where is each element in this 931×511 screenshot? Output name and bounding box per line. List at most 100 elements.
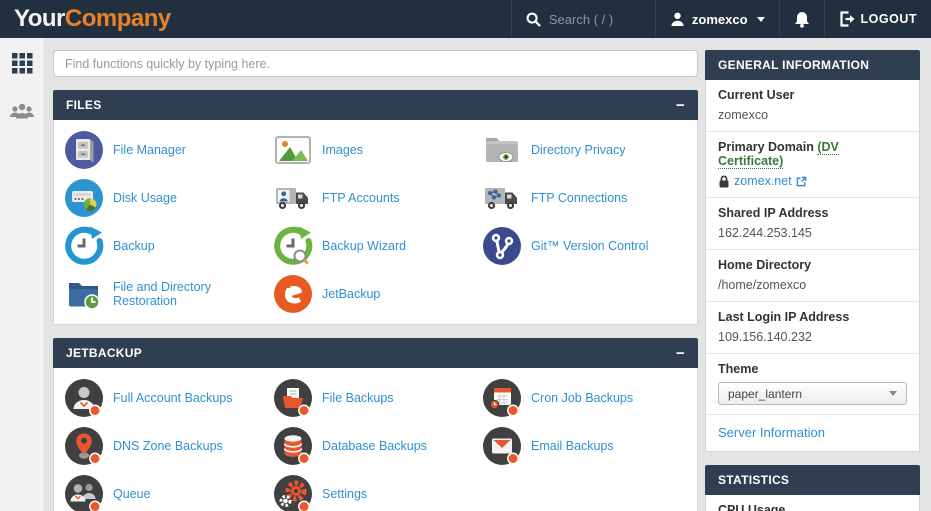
app-item-queue[interactable]: Queue — [62, 470, 271, 511]
app-item-directory-privacy[interactable]: Directory Privacy — [480, 126, 689, 174]
username-label: zomexco — [692, 12, 748, 27]
logout-icon — [839, 11, 855, 27]
grid-icon — [12, 53, 33, 74]
company-logo[interactable]: YourCompany — [0, 5, 185, 33]
external-link-icon — [796, 176, 807, 187]
main-area: FILES − File Manager Images Directory Pr… — [45, 38, 705, 511]
app-item-email-backups[interactable]: Email Backups — [480, 422, 689, 470]
file-backups-icon — [273, 378, 313, 418]
images-icon — [273, 130, 313, 170]
statistics-header: STATISTICS — [705, 465, 920, 495]
tools-grid-nav[interactable] — [12, 53, 33, 74]
current-user-value: zomexco — [718, 108, 907, 122]
logout-label: LOGOUT — [861, 12, 917, 26]
theme-select[interactable]: paper_lantern — [718, 382, 907, 405]
home-directory-row: Home Directory /home/zomexco — [706, 250, 919, 302]
app-item-label: Database Backups — [322, 439, 427, 453]
last-login-ip-row: Last Login IP Address 109.156.140.232 — [706, 302, 919, 354]
app-item-cron-job-backups[interactable]: Cron Job Backups — [480, 374, 689, 422]
shared-ip-value: 162.244.253.145 — [718, 226, 907, 240]
logo-suffix: Company — [65, 5, 171, 32]
collapse-icon[interactable]: − — [676, 98, 685, 113]
settings-icon — [273, 474, 313, 511]
logout-button[interactable]: LOGOUT — [824, 0, 931, 38]
last-login-ip-value: 109.156.140.232 — [718, 330, 907, 344]
database-backups-icon — [273, 426, 313, 466]
statistics-title: STATISTICS — [718, 473, 789, 487]
jetbackup-section-body: Full Account Backups File Backups Cron J… — [53, 368, 698, 511]
app-item-file-manager[interactable]: File Manager — [62, 126, 271, 174]
cpu-usage-label: CPU Usage — [718, 503, 907, 511]
full-account-backups-icon — [64, 378, 104, 418]
home-directory-value: /home/zomexco — [718, 278, 907, 292]
app-item-full-account-backups[interactable]: Full Account Backups — [62, 374, 271, 422]
app-item-label: FTP Accounts — [322, 191, 400, 205]
app-item-label: Directory Privacy — [531, 143, 625, 157]
server-information-link[interactable]: Server Information — [718, 425, 825, 440]
statistics-panel: STATISTICS CPU Usage 3 / 100 (3%) — [705, 465, 920, 511]
general-information-header: GENERAL INFORMATION — [705, 50, 920, 80]
theme-row: Theme paper_lantern — [706, 354, 919, 415]
chevron-down-icon — [757, 17, 765, 22]
git-version-control-icon — [482, 226, 522, 266]
files-section-body: File Manager Images Directory Privacy Di… — [53, 120, 698, 325]
app-item-images[interactable]: Images — [271, 126, 480, 174]
server-information-row: Server Information — [706, 415, 919, 451]
app-item-label: Images — [322, 143, 363, 157]
notifications-button[interactable] — [779, 0, 824, 38]
primary-domain-link[interactable]: zomex.net — [734, 174, 807, 188]
lock-icon — [718, 175, 730, 188]
app-item-ftp-connections[interactable]: FTP Connections — [480, 174, 689, 222]
files-section-header[interactable]: FILES − — [53, 90, 698, 120]
user-menu[interactable]: zomexco — [655, 0, 779, 38]
bell-icon — [794, 11, 810, 28]
header-search-input[interactable] — [549, 12, 641, 27]
app-item-label: FTP Connections — [531, 191, 627, 205]
primary-domain-label: Primary Domain (DV Certificate) — [718, 140, 907, 168]
cpu-usage-row: CPU Usage 3 / 100 (3%) — [706, 495, 919, 511]
find-functions-input[interactable] — [53, 50, 698, 77]
app-item-label: JetBackup — [322, 287, 380, 301]
current-user-label: Current User — [718, 88, 907, 102]
theme-selected-value: paper_lantern — [728, 387, 802, 401]
app-item-label: File Backups — [322, 391, 394, 405]
users-group-icon — [9, 101, 35, 121]
app-item-label: Full Account Backups — [113, 391, 233, 405]
app-item-ftp-accounts[interactable]: FTP Accounts — [271, 174, 480, 222]
app-item-dns-zone-backups[interactable]: DNS Zone Backups — [62, 422, 271, 470]
jetbackup-icon — [273, 274, 313, 314]
jetbackup-section-title: JETBACKUP — [66, 346, 142, 360]
home-directory-label: Home Directory — [718, 258, 907, 272]
user-icon — [670, 11, 685, 27]
general-information-title: GENERAL INFORMATION — [718, 58, 869, 72]
ftp-connections-icon — [482, 178, 522, 218]
current-user-row: Current User zomexco — [706, 80, 919, 132]
general-information-body: Current User zomexco Primary Domain (DV … — [705, 80, 920, 452]
email-backups-icon — [482, 426, 522, 466]
backup-wizard-icon — [273, 226, 313, 266]
user-manager-nav[interactable] — [9, 101, 35, 121]
collapse-icon[interactable]: − — [676, 346, 685, 361]
jetbackup-section-header[interactable]: JETBACKUP − — [53, 338, 698, 368]
app-item-label: Settings — [322, 487, 367, 501]
shared-ip-row: Shared IP Address 162.244.253.145 — [706, 198, 919, 250]
app-item-label: Cron Job Backups — [531, 391, 633, 405]
header-search — [511, 0, 655, 38]
app-item-git-version-control[interactable]: Git™ Version Control — [480, 222, 689, 270]
right-sidebar: GENERAL INFORMATION Current User zomexco… — [705, 50, 920, 511]
app-item-settings[interactable]: Settings — [271, 470, 480, 511]
app-item-file-restoration[interactable]: File and Directory Restoration — [62, 270, 271, 318]
app-item-file-backups[interactable]: File Backups — [271, 374, 480, 422]
files-section-title: FILES — [66, 98, 102, 112]
app-item-backup-wizard[interactable]: Backup Wizard — [271, 222, 480, 270]
app-item-jetbackup[interactable]: JetBackup — [271, 270, 480, 318]
logo-prefix: Your — [14, 5, 65, 32]
app-item-label: Email Backups — [531, 439, 614, 453]
app-item-label: Disk Usage — [113, 191, 177, 205]
app-item-disk-usage[interactable]: Disk Usage — [62, 174, 271, 222]
app-item-label: Git™ Version Control — [531, 239, 648, 253]
queue-icon — [64, 474, 104, 511]
app-item-backup[interactable]: Backup — [62, 222, 271, 270]
app-item-label: DNS Zone Backups — [113, 439, 223, 453]
app-item-database-backups[interactable]: Database Backups — [271, 422, 480, 470]
